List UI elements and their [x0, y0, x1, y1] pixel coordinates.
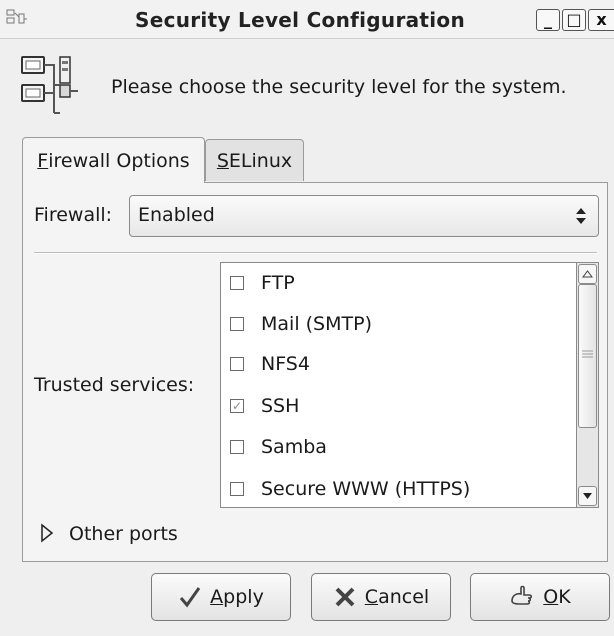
list-item[interactable]: Samba: [230, 432, 327, 462]
tab-label: irewall Options: [48, 149, 190, 172]
window-title: Security Level Configuration: [135, 8, 465, 32]
checkbox[interactable]: [230, 317, 244, 331]
ok-button[interactable]: OK: [470, 573, 610, 621]
tab-label: ELinux: [228, 149, 293, 172]
arrow-up-icon: [582, 270, 593, 278]
header-description: Please choose the security level for the…: [111, 76, 567, 98]
button-label: ancel: [378, 586, 430, 608]
scroll-up-button[interactable]: [578, 264, 597, 284]
firewall-value: Enabled: [138, 204, 215, 226]
button-label: K: [558, 586, 571, 608]
checkbox-checked[interactable]: ✓: [230, 399, 244, 413]
trusted-services-label: Trusted services:: [34, 374, 195, 396]
cancel-button[interactable]: Cancel: [311, 573, 451, 621]
close-button[interactable]: x: [588, 9, 614, 31]
apply-button[interactable]: Apply: [151, 573, 291, 621]
checkbox[interactable]: [230, 357, 244, 371]
service-label: Secure WWW (HTTPS): [261, 478, 471, 500]
checkbox[interactable]: [230, 482, 244, 496]
scroll-down-button[interactable]: [578, 486, 597, 506]
minimize-button[interactable]: _: [536, 9, 560, 31]
arrow-down-icon: [583, 493, 592, 499]
list-item[interactable]: Secure WWW (HTTPS): [230, 474, 470, 504]
service-label: Samba: [261, 436, 327, 458]
checkbox[interactable]: [230, 276, 244, 290]
list-item[interactable]: ✓ SSH: [230, 391, 299, 421]
tab-mnemonic: F: [37, 149, 49, 172]
tab-mnemonic: S: [216, 149, 229, 172]
expander-arrow-icon[interactable]: [40, 523, 54, 543]
network-computers-icon: [21, 56, 78, 114]
trusted-services-list[interactable]: [220, 262, 599, 508]
list-item[interactable]: NFS4: [230, 349, 310, 379]
ok-hand-icon: [511, 585, 533, 605]
tab-selinux[interactable]: S ELinux: [205, 139, 304, 181]
mnemonic: A: [210, 586, 224, 608]
service-label: SSH: [261, 395, 300, 417]
x-icon: [335, 587, 355, 607]
mnemonic: O: [543, 586, 559, 608]
updown-arrows-icon: [576, 208, 586, 224]
checkmark-icon: [180, 587, 201, 608]
firewall-label: Firewall:: [34, 204, 113, 226]
button-label: pply: [223, 586, 264, 608]
separator: [34, 252, 597, 254]
other-ports-expander[interactable]: Other ports: [69, 523, 178, 545]
service-label: Mail (SMTP): [261, 313, 372, 335]
mnemonic: C: [364, 586, 379, 608]
list-item[interactable]: Mail (SMTP): [230, 309, 372, 339]
list-item[interactable]: FTP: [230, 268, 295, 298]
service-label: NFS4: [261, 353, 310, 375]
tab-firewall-options[interactable]: Firewall Options: [22, 137, 205, 183]
maximize-button[interactable]: □: [562, 9, 586, 31]
grip-icon: [582, 350, 593, 358]
checkbox[interactable]: [230, 440, 244, 454]
service-label: FTP: [261, 272, 295, 294]
